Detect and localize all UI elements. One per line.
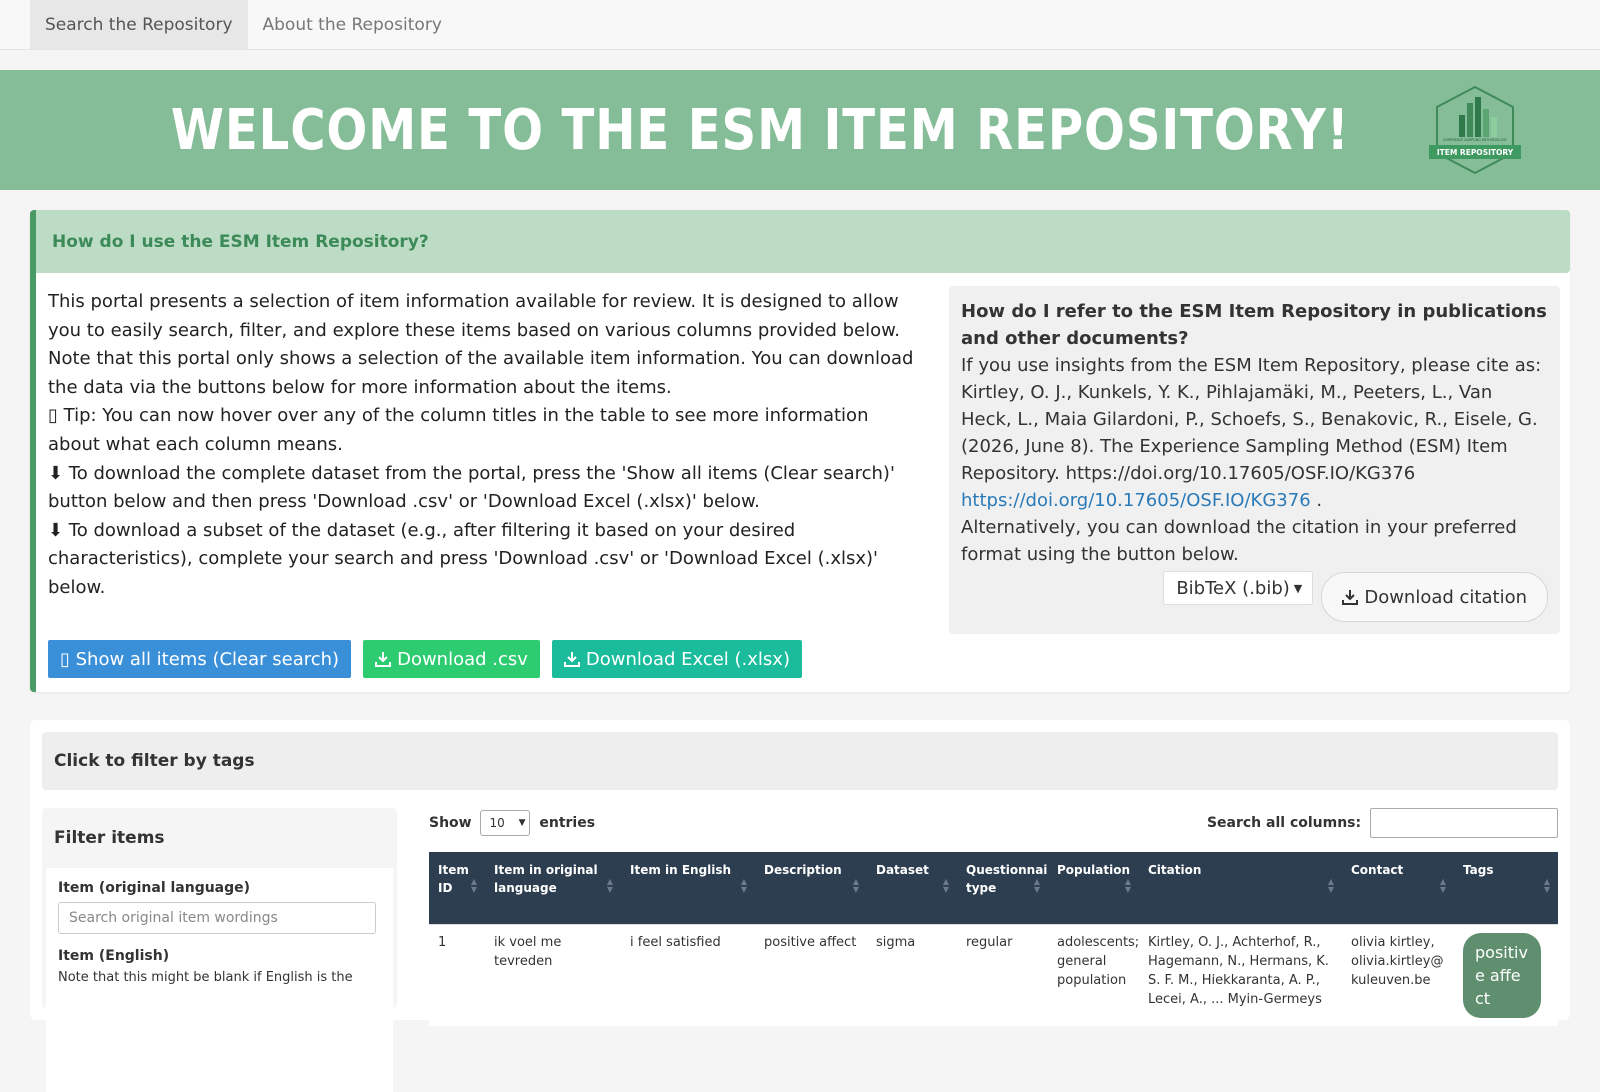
citation-link-suffix: . <box>1316 490 1323 511</box>
column-header-citation[interactable]: Citation ▲ ▼ <box>1139 852 1342 925</box>
logo-subtext: EXPERIENCE SAMPLING METHODOLOGY <box>1444 138 1508 142</box>
column-header-item-english[interactable]: Item in English ▲ ▼ <box>621 852 755 925</box>
items-table-area: Show 10 ▼ entries Search all columns: It… <box>429 808 1558 1026</box>
download-csv-label: Download .csv <box>397 648 528 670</box>
cell-item-english: i feel satisfied <box>621 924 755 1026</box>
item-original-input[interactable]: Search original item wordings <box>58 902 376 934</box>
download-icon <box>563 652 580 667</box>
search-card: Click to filter by tags Filter items Ite… <box>30 720 1570 1092</box>
cell-dataset: sigma <box>867 924 957 1026</box>
show-all-label: ▯ Show all items (Clear search) <box>60 648 340 670</box>
download-xlsx-label: Download Excel (.xlsx) <box>585 648 790 670</box>
cell-population: adolescents; general population <box>1048 924 1139 1026</box>
welcome-banner: WELCOME TO THE ESM ITEM REPOSITORY! EXPE… <box>0 70 1600 190</box>
entries-label: entries <box>539 815 596 831</box>
logo-text: ITEM REPOSITORY <box>1437 148 1514 157</box>
citation-box: How do I refer to the ESM Item Repositor… <box>949 286 1560 634</box>
citation-format-select[interactable]: BibTeX (.bib) ▼ <box>1163 571 1314 605</box>
entries-value: 10 <box>489 816 505 830</box>
citation-intro: If you use insights from the ESM Item Re… <box>961 355 1542 376</box>
table-header-row: Item ID ▲ ▼ Item in original language ▲ ▼ It… <box>429 852 1558 925</box>
cell-tags: positive affect <box>1454 924 1558 1026</box>
cell-description: positive affect <box>755 924 867 1026</box>
item-original-label: Item (original language) <box>58 880 251 896</box>
intro-paragraph: Note that this portal only shows a selec… <box>48 348 914 398</box>
column-header-description[interactable]: Description ▲ ▼ <box>755 852 867 925</box>
action-buttons: ▯ Show all items (Clear search) Download… <box>48 640 802 678</box>
banner-title: WELCOME TO THE ESM ITEM REPOSITORY! <box>170 97 1350 163</box>
cell-questionnaire-type: regular <box>957 924 1048 1026</box>
cell-item-id: 1 <box>429 924 485 1026</box>
usage-card: How do I use the ESM Item Repository? Th… <box>30 210 1570 692</box>
table-controls: Show 10 ▼ entries Search all columns: <box>429 808 1558 838</box>
tip-paragraph: ▯ Tip: You can now hover over any of the… <box>48 405 869 455</box>
show-label: Show <box>429 815 472 831</box>
cell-contact: olivia kirtley, olivia.kirtley@kuleuven.… <box>1342 924 1454 1026</box>
top-nav: Search the Repository About the Reposito… <box>0 0 1600 50</box>
caret-down-icon: ▼ <box>1293 581 1303 595</box>
table-search-control: Search all columns: <box>1207 808 1558 838</box>
citation-reference: Kirtley, O. J., Kunkels, Y. K., Pihlajam… <box>961 382 1538 484</box>
column-header-item-id[interactable]: Item ID ▲ ▼ <box>429 852 485 925</box>
intro-paragraph: This portal presents a selection of item… <box>48 291 900 341</box>
tab-about-repository[interactable]: About the Repository <box>248 0 457 49</box>
column-header-population[interactable]: Population ▲ ▼ <box>1048 852 1139 925</box>
search-all-columns-input[interactable] <box>1370 808 1558 838</box>
column-header-questionnaire-type[interactable]: Questionnaire type ▲ ▼ <box>957 852 1061 925</box>
usage-intro: This portal presents a selection of item… <box>48 288 923 603</box>
column-header-dataset[interactable]: Dataset ▲ ▼ <box>867 852 957 925</box>
table-row[interactable]: 1 ik voel me tevreden i feel satisfied p… <box>429 924 1558 1026</box>
filter-panel-title: Filter items <box>54 828 165 848</box>
item-english-note: Note that this might be blank if English… <box>58 970 353 985</box>
show-all-items-button[interactable]: ▯ Show all items (Clear search) <box>48 640 352 678</box>
column-header-item-original[interactable]: Item in original language ▲ ▼ <box>485 852 621 925</box>
download-icon <box>1342 590 1359 605</box>
column-header-contact[interactable]: Contact ▲ ▼ <box>1342 852 1454 925</box>
citation-doi-link[interactable]: https://doi.org/10.17605/OSF.IO/KG376 <box>961 490 1311 511</box>
citation-alternative: Alternatively, you can download the cita… <box>961 517 1517 565</box>
item-english-label: Item (English) <box>58 948 170 964</box>
download-xlsx-button[interactable]: Download Excel (.xlsx) <box>551 640 802 678</box>
filter-panel: Filter items Item (original language) Se… <box>42 808 397 1092</box>
cell-item-original: ik voel me tevreden <box>485 924 621 1026</box>
download-csv-button[interactable]: Download .csv <box>363 640 540 678</box>
item-original-placeholder: Search original item wordings <box>69 910 278 926</box>
citation-question: How do I refer to the ESM Item Repositor… <box>961 301 1547 349</box>
usage-heading: How do I use the ESM Item Repository? <box>36 210 1570 273</box>
entries-length-control: Show 10 ▼ entries <box>429 810 595 836</box>
entries-select[interactable]: 10 ▼ <box>480 810 531 836</box>
download-citation-button[interactable]: Download citation <box>1321 572 1548 622</box>
tags-filter-toggle[interactable]: Click to filter by tags <box>42 732 1558 790</box>
download-subset-paragraph: ⬇ To download a subset of the dataset (e… <box>48 519 878 598</box>
search-label: Search all columns: <box>1206 815 1362 831</box>
chevron-down-icon: ▼ <box>518 818 526 828</box>
tab-search-repository[interactable]: Search the Repository <box>30 0 248 49</box>
download-all-paragraph: ⬇ To download the complete dataset from … <box>48 462 895 513</box>
repository-logo: EXPERIENCE SAMPLING METHODOLOGY ITEM REP… <box>1429 85 1522 175</box>
citation-format-value: BibTeX (.bib) <box>1176 577 1290 599</box>
cell-citation: Kirtley, O. J., Achterhof, R., Hagemann,… <box>1139 924 1342 1026</box>
column-header-tags[interactable]: Tags ▲ ▼ <box>1454 852 1558 925</box>
download-citation-label: Download citation <box>1364 586 1527 608</box>
filter-panel-body: Item (original language) Search original… <box>46 868 393 1092</box>
tag-pill[interactable]: positive affect <box>1463 933 1541 1018</box>
download-icon <box>375 652 392 667</box>
